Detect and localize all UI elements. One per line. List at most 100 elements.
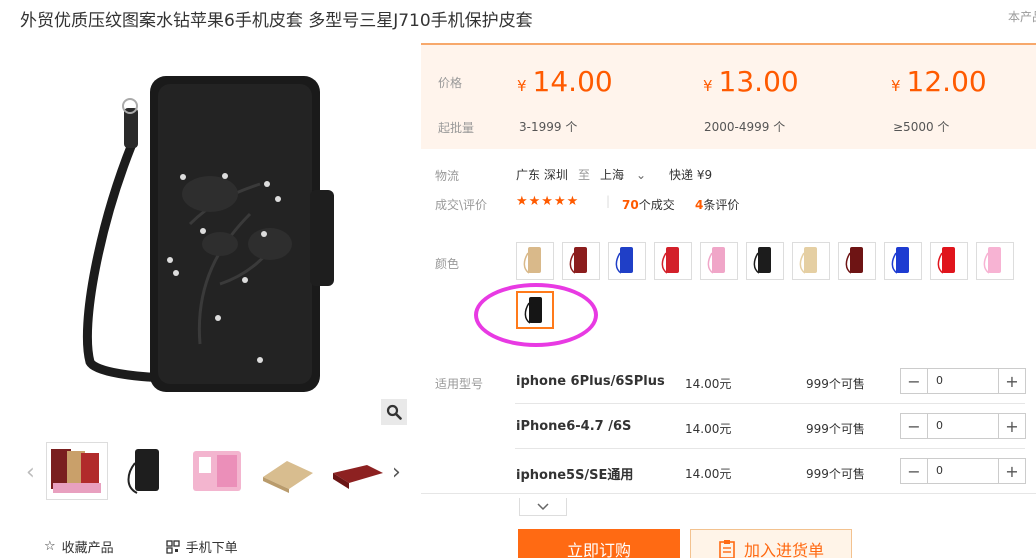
thumb-prev-arrow[interactable]: ‹ xyxy=(26,460,35,485)
plus-button[interactable]: + xyxy=(999,369,1025,393)
review-suffix: 条评价 xyxy=(703,198,740,212)
reviews-link[interactable]: 4条评价 xyxy=(695,196,739,213)
thumbnail-2[interactable] xyxy=(116,442,178,500)
deals-link[interactable]: 70个成交 xyxy=(622,196,675,213)
zoom-button[interactable] xyxy=(381,399,407,425)
logistics-label: 物流 xyxy=(435,169,460,183)
color-swatch-pink[interactable] xyxy=(700,242,738,280)
add-to-cart-label: 加入进货单 xyxy=(743,541,824,558)
thumb-next-arrow[interactable]: › xyxy=(392,460,401,485)
star-outline-icon: ☆ xyxy=(44,539,56,554)
model-name: iPhone6-4.7 /6S xyxy=(516,419,632,434)
phone-case-thumbnail xyxy=(845,247,863,274)
phone-case-thumbnail xyxy=(569,247,587,274)
thumbnail-5[interactable] xyxy=(326,442,388,500)
model-stock: 999个可售 xyxy=(806,465,865,482)
color-swatch-wine-red[interactable] xyxy=(562,242,600,280)
minus-button[interactable]: − xyxy=(901,369,927,393)
quantity-input[interactable]: 0 xyxy=(927,414,999,438)
product-title: 外贸优质压纹图案水钻苹果6手机皮套 多型号三星J710手机保护皮套 xyxy=(20,11,533,31)
color-swatch-light-pink[interactable] xyxy=(976,242,1014,280)
color-swatch-beige-gold[interactable] xyxy=(516,242,554,280)
annotation-circle xyxy=(474,283,598,347)
phone-case-thumbnail xyxy=(891,247,909,274)
stock-count: 999 xyxy=(806,422,829,436)
quantity-stepper: − 0 + xyxy=(900,458,1026,484)
magnifier-icon xyxy=(386,404,402,420)
ship-to-value: 上海 xyxy=(600,168,625,182)
price-value: 13.00 xyxy=(718,65,799,98)
stock-count: 999 xyxy=(806,377,829,391)
thumbnail-strip: ‹ › xyxy=(20,438,410,504)
price-value: 12.00 xyxy=(906,65,987,98)
phone-case-thumbnail xyxy=(523,247,541,274)
color-swatch-dark-red[interactable] xyxy=(838,242,876,280)
favorite-link[interactable]: ☆ 收藏产品 xyxy=(44,537,114,556)
moq-label: 起批量 xyxy=(438,121,475,135)
stock-count: 999 xyxy=(806,467,829,481)
deals-suffix: 个成交 xyxy=(638,198,675,212)
price-tier-2: ¥13.00 xyxy=(703,65,799,98)
reviews-label: 成交\评价 xyxy=(435,198,488,212)
main-product-image xyxy=(20,44,410,428)
phone-case-thumbnail xyxy=(615,247,633,274)
bottom-links: ☆ 收藏产品 手机下单 xyxy=(44,537,238,556)
quantity-stepper: − 0 + xyxy=(900,368,1026,394)
model-name: iphone 6Plus/6SPlus xyxy=(516,374,665,389)
plus-button[interactable]: + xyxy=(999,414,1025,438)
price-tier-1: ¥14.00 xyxy=(517,65,613,98)
color-swatch-champagne[interactable] xyxy=(792,242,830,280)
model-price: 14.00元 xyxy=(685,422,732,436)
model-price: 14.00元 xyxy=(685,467,732,481)
color-swatch-bright-red[interactable] xyxy=(930,242,968,280)
divider: | xyxy=(606,194,611,208)
corner-text: 本产品 xyxy=(1008,10,1036,24)
stock-suffix: 个可售 xyxy=(828,422,865,436)
price-tier-3: ¥12.00 xyxy=(891,65,987,98)
price-value: 14.00 xyxy=(532,65,613,98)
quantity-stepper: − 0 + xyxy=(900,413,1026,439)
chevron-down-icon: ⌄ xyxy=(636,168,647,182)
phone-case-thumbnail xyxy=(661,247,679,274)
currency-symbol: ¥ xyxy=(517,77,527,95)
model-stock: 999个可售 xyxy=(806,375,865,392)
favorite-label: 收藏产品 xyxy=(61,541,114,556)
deals-count: 70 xyxy=(622,198,639,212)
ship-to-word: 至 xyxy=(578,168,591,182)
qty-range-3: ≥5000 个 xyxy=(893,120,950,134)
order-now-button[interactable]: 立即订购 xyxy=(518,529,680,558)
ship-to-select[interactable]: 上海 ⌄ xyxy=(600,166,646,183)
phone-case-thumbnail xyxy=(937,247,955,274)
phone-case-thumbnail xyxy=(753,247,771,274)
chevron-down-icon xyxy=(537,502,549,510)
color-swatch-blue[interactable] xyxy=(884,242,922,280)
thumbnail-1[interactable] xyxy=(46,442,108,500)
model-price: 14.00元 xyxy=(685,377,732,391)
quantity-input[interactable]: 0 xyxy=(927,459,999,483)
shipping-fee: 快递 ¥9 xyxy=(669,168,713,182)
color-swatch-royal-blue[interactable] xyxy=(608,242,646,280)
ship-from: 广东 深圳 xyxy=(516,168,568,182)
price-label: 价格 xyxy=(438,76,463,90)
phone-case-thumbnail xyxy=(707,247,725,274)
thumbnail-4[interactable] xyxy=(256,442,318,500)
model-name: iphone5S/SE通用 xyxy=(516,468,634,483)
add-to-cart-button[interactable]: 加入进货单 xyxy=(690,529,852,558)
expand-models-button[interactable] xyxy=(519,498,567,516)
clipboard-icon xyxy=(719,540,735,558)
plus-button[interactable]: + xyxy=(999,459,1025,483)
qr-code-icon xyxy=(166,539,180,554)
thumbnail-3[interactable] xyxy=(186,442,248,500)
mobile-order-link[interactable]: 手机下单 xyxy=(166,537,238,556)
stock-suffix: 个可售 xyxy=(828,377,865,391)
minus-button[interactable]: − xyxy=(901,414,927,438)
phone-case-thumbnail xyxy=(799,247,817,274)
color-label: 颜色 xyxy=(435,257,460,271)
quantity-input[interactable]: 0 xyxy=(927,369,999,393)
color-swatch-red[interactable] xyxy=(654,242,692,280)
color-swatch-black[interactable] xyxy=(746,242,784,280)
minus-button[interactable]: − xyxy=(901,459,927,483)
phone-case-thumbnail xyxy=(983,247,1001,274)
rating-stars: ★★★★★ xyxy=(516,194,580,209)
stock-suffix: 个可售 xyxy=(828,467,865,481)
